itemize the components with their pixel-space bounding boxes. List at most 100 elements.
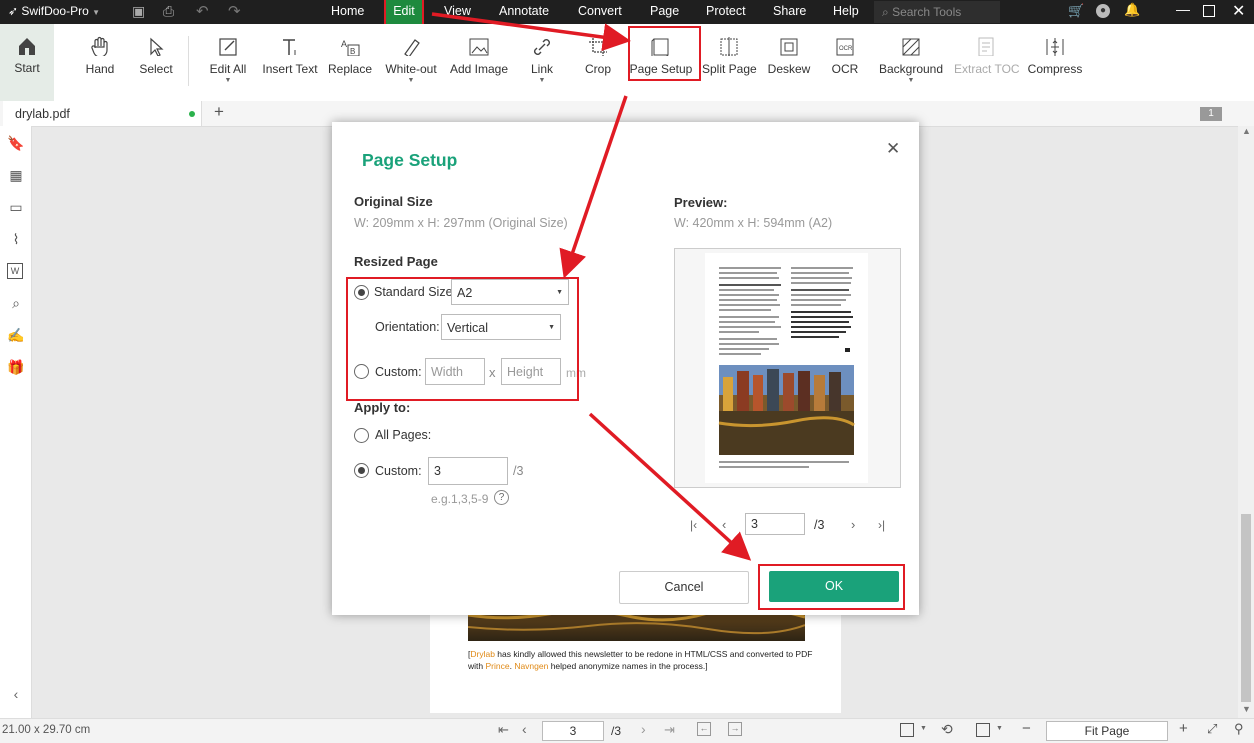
maximize-icon[interactable]: [1203, 5, 1215, 17]
user-icon[interactable]: ●: [1096, 4, 1110, 18]
print-icon[interactable]: ⎙: [163, 3, 174, 20]
gift-icon[interactable]: 🎁: [7, 359, 25, 377]
page-number-value: 3: [569, 724, 577, 738]
bookmark-icon[interactable]: 🔖: [7, 135, 25, 153]
word-icon[interactable]: W: [7, 263, 23, 279]
bell-icon[interactable]: 🔔: [1124, 2, 1140, 18]
start-tool[interactable]: Start: [0, 24, 54, 101]
all-pages-radio[interactable]: [354, 428, 369, 443]
menu-share[interactable]: Share: [773, 0, 806, 24]
edit-all-label: Edit All: [209, 62, 247, 76]
preview-page-thumbnail: [705, 253, 868, 483]
background-tool[interactable]: Background ▼: [878, 32, 944, 84]
cancel-button[interactable]: Cancel: [619, 571, 749, 604]
chevron-down-icon[interactable]: ▼: [208, 77, 248, 84]
page-number-input[interactable]: 3: [542, 721, 604, 741]
thumbnails-icon[interactable]: ▦: [7, 167, 25, 185]
add-image-label: Add Image: [449, 62, 509, 76]
scroll-up-icon[interactable]: ▲: [1242, 126, 1251, 136]
compress-tool[interactable]: Compress: [1027, 32, 1083, 76]
original-size-value: W: 209mm x H: 297mm (Original Size): [354, 216, 568, 230]
insert-text-tool[interactable]: Insert Text: [262, 32, 318, 76]
white-out-tool[interactable]: White-out ▼: [383, 32, 439, 84]
custom-pages-total: /3: [513, 464, 524, 478]
ocr-tool[interactable]: OCR OCR: [830, 32, 860, 76]
view-mode-icon[interactable]: [900, 723, 914, 737]
scroll-thumb[interactable]: [1241, 514, 1251, 702]
save-icon[interactable]: ▣: [132, 3, 145, 20]
close-icon[interactable]: ✕: [886, 139, 900, 159]
zoom-select[interactable]: Fit Page: [1046, 721, 1168, 741]
zoom-out-icon[interactable]: −: [1022, 720, 1031, 737]
preview-last-page-icon[interactable]: ›|: [878, 518, 885, 532]
vertical-scrollbar[interactable]: ▲ ▼: [1238, 126, 1254, 718]
menu-edit[interactable]: Edit: [384, 0, 424, 26]
pin-icon[interactable]: ⚲: [1234, 721, 1244, 737]
signature-icon[interactable]: ✍: [7, 327, 25, 345]
view-mode-chevron-icon[interactable]: ▼: [920, 725, 927, 732]
redo-icon[interactable]: ↷: [228, 2, 241, 20]
svg-text:A: A: [341, 39, 347, 49]
crop-tool[interactable]: Crop: [583, 32, 613, 76]
drylab-link[interactable]: Drylab: [470, 649, 495, 659]
minimize-icon[interactable]: —: [1176, 1, 1190, 17]
preview-page-input[interactable]: 3: [745, 513, 805, 535]
prince-link[interactable]: Prince: [485, 661, 509, 671]
first-page-icon[interactable]: ⇤: [498, 722, 509, 738]
add-tab-button[interactable]: +: [214, 102, 224, 122]
search-icon[interactable]: ⌕: [7, 295, 25, 313]
footer-text-2a: with: [468, 661, 486, 671]
fit-icon[interactable]: [976, 723, 990, 737]
replace-tool[interactable]: AB Replace: [328, 32, 372, 76]
menu-view[interactable]: View: [444, 0, 471, 24]
forward-icon[interactable]: →: [728, 722, 742, 736]
menu-convert[interactable]: Convert: [578, 0, 622, 24]
white-out-label: White-out: [385, 62, 437, 76]
menu-home[interactable]: Home: [331, 0, 364, 24]
navngen-link[interactable]: Navngen: [514, 661, 548, 671]
back-icon[interactable]: ←: [697, 722, 711, 736]
extract-toc-tool[interactable]: Extract TOC: [954, 32, 1020, 76]
split-page-tool[interactable]: Split Page: [702, 32, 757, 76]
chevron-down-icon[interactable]: ▼: [878, 77, 944, 84]
link-label: Link: [530, 62, 553, 76]
close-window-icon[interactable]: ✕: [1232, 1, 1245, 21]
rotate-icon[interactable]: ⟲: [941, 721, 953, 738]
search-placeholder: Search Tools: [892, 5, 962, 19]
menu-page[interactable]: Page: [650, 0, 679, 24]
scroll-down-icon[interactable]: ▼: [1242, 704, 1251, 714]
next-page-icon[interactable]: ›: [641, 721, 646, 737]
deskew-tool[interactable]: Deskew: [767, 32, 811, 76]
edit-all-tool[interactable]: Edit All ▼: [208, 32, 248, 84]
undo-icon[interactable]: ↶: [196, 2, 209, 20]
custom-pages-radio[interactable]: [354, 463, 369, 478]
search-tools-input[interactable]: ⌕ Search Tools: [874, 1, 1000, 23]
last-page-icon[interactable]: ⇥: [664, 722, 675, 738]
prev-page-icon[interactable]: ‹: [522, 721, 527, 737]
attachment-icon[interactable]: ⌇: [7, 231, 25, 249]
fit-chevron-icon[interactable]: ▼: [996, 725, 1003, 732]
menu-protect[interactable]: Protect: [706, 0, 746, 24]
custom-pages-input[interactable]: 3: [428, 457, 508, 485]
preview-next-page-icon[interactable]: ›: [851, 517, 855, 532]
hand-tool[interactable]: Hand: [84, 32, 116, 76]
app-menu-chevron-icon[interactable]: ▼: [92, 8, 100, 17]
select-tool[interactable]: Select: [138, 32, 174, 76]
link-tool[interactable]: Link ▼: [528, 32, 556, 84]
footer-text-2b: helped anonymize names in the process.]: [548, 661, 708, 671]
preview-prev-page-icon[interactable]: ‹: [722, 517, 726, 532]
collapse-sidebar-icon[interactable]: ‹: [7, 686, 25, 704]
tab-file-name: drylab.pdf: [15, 107, 70, 121]
help-icon[interactable]: ?: [494, 490, 509, 505]
fullscreen-icon[interactable]: ⤢: [1207, 721, 1217, 737]
preview-first-page-icon[interactable]: |‹: [690, 518, 697, 532]
document-tab[interactable]: drylab.pdf: [3, 101, 202, 126]
menu-help[interactable]: Help: [833, 0, 859, 24]
add-image-tool[interactable]: Add Image: [449, 32, 509, 76]
chevron-down-icon[interactable]: ▼: [528, 77, 556, 84]
menu-annotate[interactable]: Annotate: [499, 0, 549, 24]
zoom-in-icon[interactable]: +: [1179, 720, 1188, 737]
chevron-down-icon[interactable]: ▼: [383, 77, 439, 84]
comments-icon[interactable]: ▭: [7, 199, 25, 217]
cart-icon[interactable]: 🛒: [1068, 3, 1084, 19]
